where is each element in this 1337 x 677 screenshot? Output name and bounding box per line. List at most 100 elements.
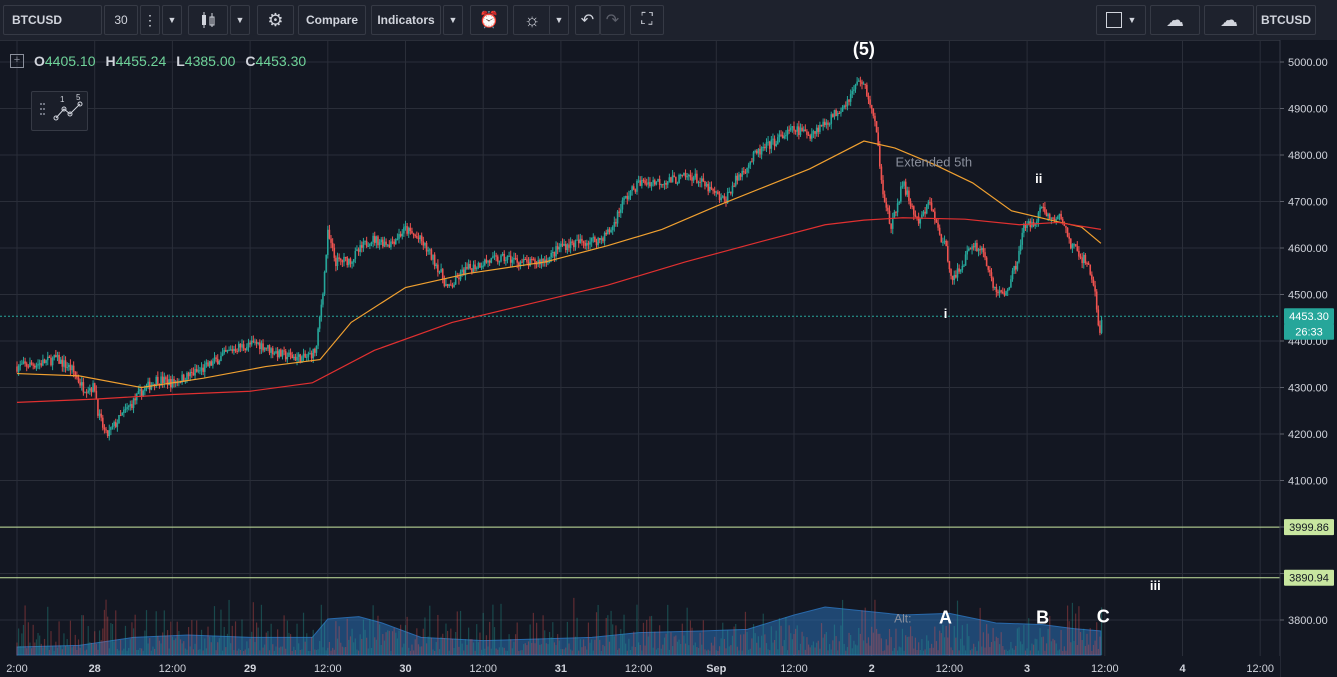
candle-body [1016,261,1019,270]
symbol-label-right[interactable]: BTCUSD [1256,5,1316,35]
candle-body [794,130,797,132]
price-chart[interactable]: (5)Extended 5thiiiiiiAlt:ABC 3800.003900… [0,40,1337,677]
candle-body [621,200,624,210]
candle-body [569,241,572,248]
volume-bar [1018,627,1020,655]
expand-legend-icon[interactable]: + [10,54,24,68]
candle-body [496,256,499,262]
volume-bar [1073,640,1075,655]
layout-select-button[interactable]: ▼ [1096,5,1146,35]
volume-bar [756,642,758,655]
volume-bar [764,634,766,655]
elliott-wave-tool-widget[interactable]: 1 5 [31,91,88,131]
candle-body [200,367,203,371]
alarm-clock-icon[interactable]: ⏰ [470,5,508,35]
candle-body [558,247,561,250]
candle-body [853,89,855,91]
volume-bar [48,649,50,655]
symbol-search-input[interactable]: BTCUSD [3,5,102,35]
ideas-dropdown[interactable]: ▼ [549,5,569,35]
candle-body [17,366,20,372]
candle-body [330,238,332,243]
candle-body [451,285,454,287]
candle-body [791,126,794,128]
candle-body [778,134,781,138]
volume-bar [982,632,984,655]
volume-bar [178,631,180,655]
candle-body [1084,254,1087,264]
candle-body [53,355,56,358]
volume-bar [150,650,152,655]
indicators-dropdown[interactable]: ▼ [443,5,463,35]
candle-body [420,235,423,242]
candle-body [637,180,640,182]
candle-body [1019,244,1022,251]
interval-button[interactable]: 30 [104,5,138,35]
candle-body [113,422,115,426]
volume-bar [963,645,965,655]
volume-bar [704,649,706,655]
fullscreen-icon[interactable]: ⛶ [630,5,664,35]
volume-bar [1041,637,1043,655]
volume-bar [874,599,876,655]
volume-bar [548,631,551,655]
candle-body [935,220,938,223]
volume-bar [445,623,447,655]
candle-body [885,202,888,208]
cloud-load-icon[interactable]: ☁ [1150,5,1200,35]
candle-body [611,226,614,231]
candle-body [1060,213,1062,220]
candle-body [430,249,433,260]
candle-body [896,203,899,213]
volume-bar [1084,645,1086,655]
candle-body [199,370,201,372]
time-tick-label: 4 [1179,663,1186,675]
candle-body [901,185,904,187]
volume-bar [659,625,661,655]
candle-body [781,134,784,139]
more-vertical-icon[interactable]: ⋮ [140,5,160,35]
settings-gear-icon[interactable]: ⚙ [257,5,294,35]
chevron-down-icon[interactable]: ▼ [162,5,182,35]
volume-bar [489,621,491,655]
candle-body [186,372,188,382]
volume-bar [524,643,526,655]
volume-bar [1060,630,1062,655]
candle-body [845,105,847,107]
volume-bar [124,625,127,655]
candle-style-button[interactable] [188,5,228,35]
candle-body [487,260,489,263]
volume-bar [689,620,691,655]
volume-bar [419,646,421,655]
volume-bar [772,642,774,655]
cloud-save-icon[interactable]: ☁ [1204,5,1254,35]
volume-bar [142,650,144,655]
light-bulb-icon[interactable]: ☼ [513,5,551,35]
compare-button[interactable]: Compare [298,5,366,35]
candle-body [406,226,408,234]
volume-bar [861,610,863,655]
volume-bar [673,636,675,655]
candle-body [103,427,106,430]
candle-body [587,243,590,245]
candle-body [925,204,928,214]
volume-bar [901,628,904,655]
volume-bar [639,644,641,655]
undo-icon[interactable]: ↶ [575,5,600,35]
volume-bar [885,639,887,655]
candle-body [278,349,281,358]
candle-body [187,372,190,377]
chart-style-dropdown[interactable]: ▼ [230,5,250,35]
candle-body [786,129,789,136]
candle-body [744,172,747,174]
candle-body [482,265,484,267]
candle-body [629,190,632,196]
candle-body [210,361,213,366]
candle-body [644,180,646,184]
volume-bar [582,639,585,655]
volume-bar [555,645,557,655]
redo-icon[interactable]: ↷ [600,5,625,35]
volume-bar [990,642,993,655]
candle-body [819,124,821,132]
indicators-button[interactable]: Indicators [371,5,441,35]
